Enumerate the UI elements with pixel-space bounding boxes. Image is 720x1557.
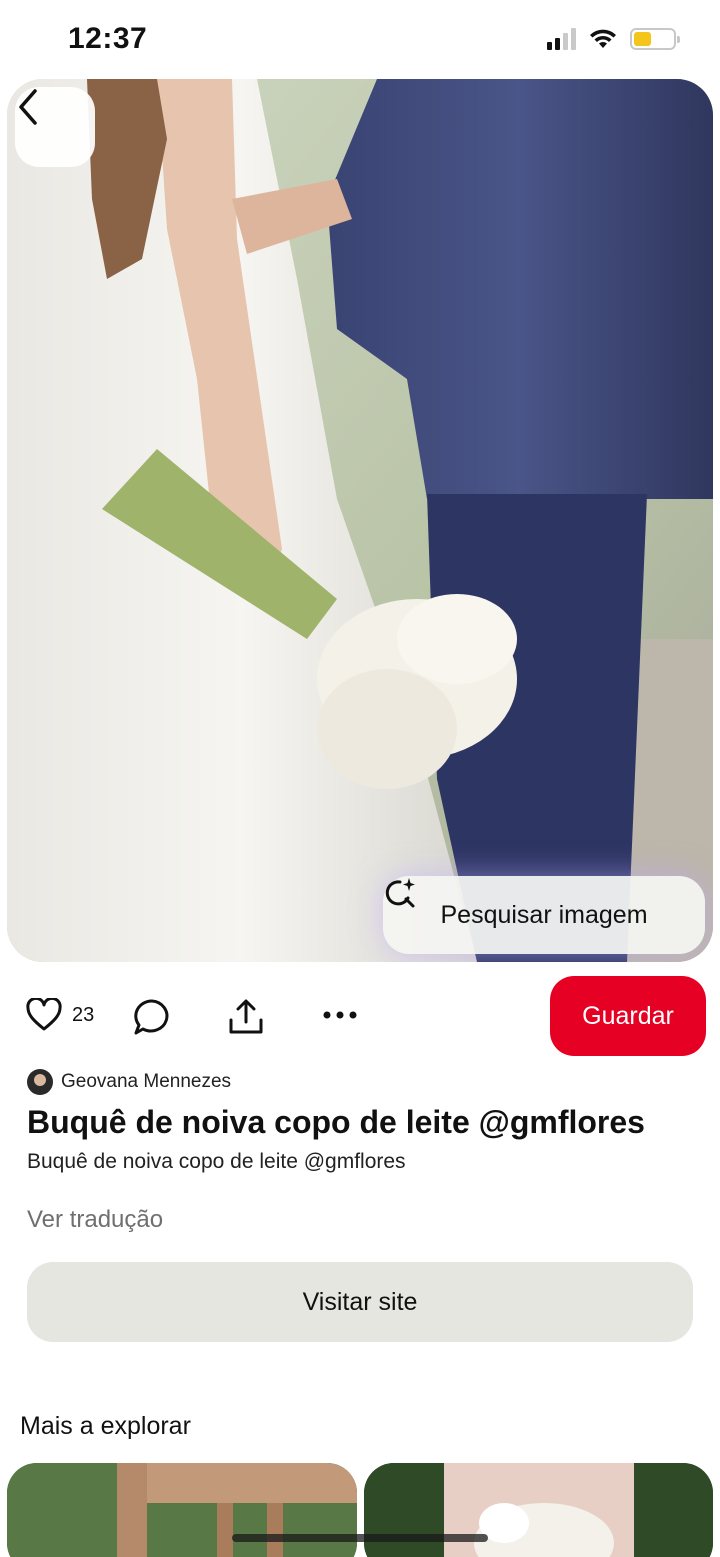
explore-card-image — [7, 1463, 357, 1557]
pin-author[interactable]: Geovana Mennezes — [27, 1069, 231, 1095]
pin-image[interactable]: Pesquisar imagem — [7, 79, 713, 962]
pin-action-bar: 23 Guardar — [0, 970, 720, 1065]
share-upload-icon — [229, 999, 263, 1034]
like-count: 23 — [72, 1003, 95, 1026]
visual-search-sparkle-icon — [385, 878, 415, 908]
explore-card[interactable] — [7, 1463, 357, 1557]
explore-card-image — [364, 1463, 713, 1557]
back-button[interactable] — [15, 87, 95, 167]
status-time: 12:37 — [68, 22, 148, 55]
comment-bubble-icon — [134, 999, 169, 1035]
save-button[interactable]: Guardar — [550, 976, 706, 1056]
battery-icon — [630, 28, 680, 50]
home-indicator — [232, 1534, 488, 1542]
more-to-explore-heading: Mais a explorar — [20, 1412, 191, 1440]
visit-site-button[interactable]: Visitar site — [27, 1262, 693, 1342]
wedding-photo — [7, 79, 713, 962]
share-button[interactable] — [227, 998, 265, 1036]
heart-icon — [26, 998, 62, 1031]
like-button[interactable]: 23 — [26, 998, 94, 1032]
search-image-label: Pesquisar imagem — [440, 900, 648, 929]
explore-card[interactable] — [364, 1463, 713, 1557]
wifi-icon — [590, 29, 616, 48]
see-translation-link[interactable]: Ver tradução — [27, 1206, 163, 1234]
pin-description: Buquê de noiva copo de leite @gmflores — [27, 1150, 406, 1173]
search-image-button[interactable]: Pesquisar imagem — [383, 876, 705, 954]
author-name: Geovana Mennezes — [61, 1071, 232, 1092]
avatar — [27, 1069, 53, 1095]
pin-title: Buquê de noiva copo de leite @gmflores — [27, 1104, 645, 1140]
chevron-left-icon — [19, 89, 37, 125]
comment-button[interactable] — [133, 998, 171, 1036]
status-bar: 12:37 — [0, 0, 720, 80]
ellipsis-icon — [323, 1011, 357, 1019]
status-icons — [547, 28, 680, 50]
more-options-button[interactable] — [322, 1010, 358, 1020]
cellular-signal-icon — [547, 28, 576, 50]
